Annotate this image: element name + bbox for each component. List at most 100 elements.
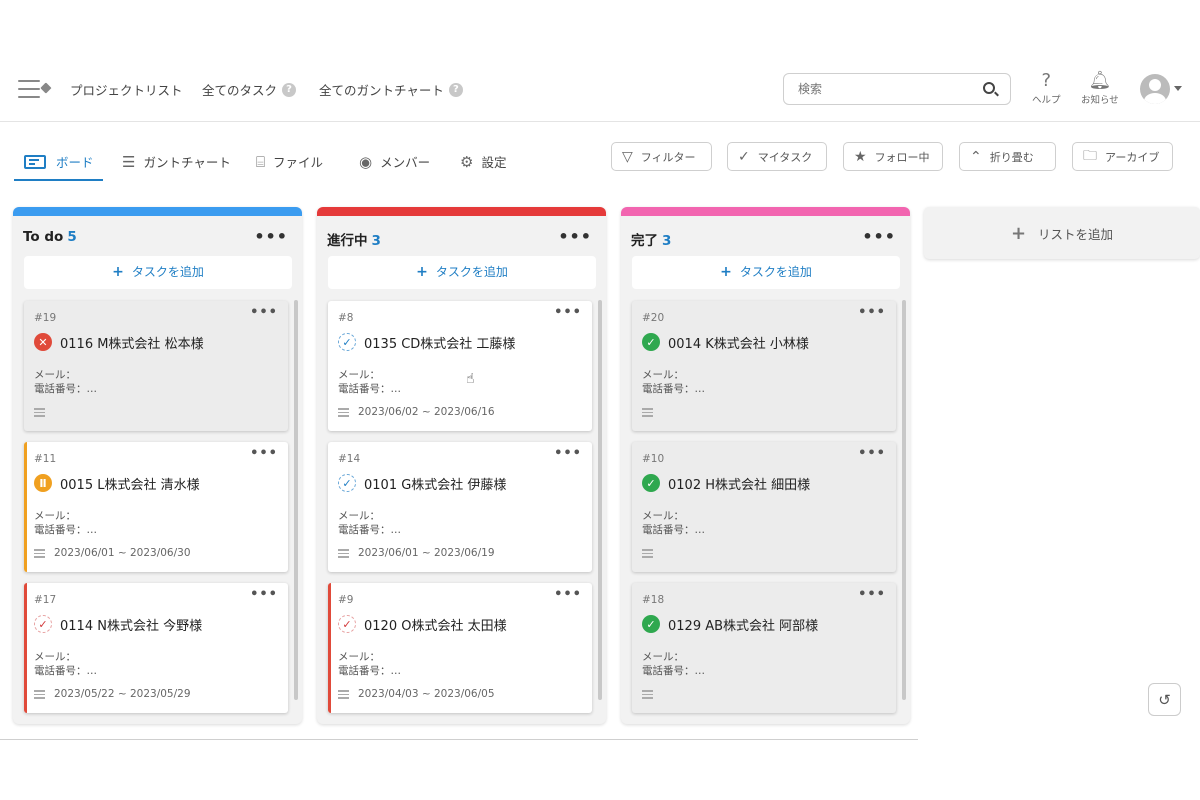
task-phone: 電話番号：… <box>34 665 97 677</box>
help-icon[interactable]: ? <box>448 82 463 97</box>
tab-board[interactable]: ボード <box>24 152 94 171</box>
task-card[interactable]: #17 ••• ✓ 0114 N株式会社 今野様 メール： 電話番号：… 2023/05/2… <box>24 583 288 713</box>
tab-gantt[interactable]: ☰ ガントチャート <box>122 152 231 171</box>
search-icon[interactable] <box>983 82 995 94</box>
task-title: 0101 G株式会社 伊藤様 <box>364 478 507 493</box>
chevron-up-icon: ⌃ <box>970 148 982 165</box>
gear-icon: ⚙ <box>460 152 474 171</box>
status-green-icon[interactable]: ✓ <box>642 333 660 351</box>
tab-label: ボード <box>56 155 94 170</box>
list-icon <box>338 408 349 417</box>
card-menu-icon[interactable]: ••• <box>250 587 278 602</box>
task-date-range: 2023/04/03 ~ 2023/06/05 <box>358 688 495 700</box>
task-card[interactable]: #10 ••• ✓ 0102 H株式会社 細田様 メール： 電話番号：… <box>632 442 896 572</box>
nav-label: プロジェクトリスト <box>70 83 183 98</box>
task-card[interactable]: #20 ••• ✓ 0014 K株式会社 小林様 メール： 電話番号：… <box>632 301 896 431</box>
status-green-icon[interactable]: ✓ <box>642 615 660 633</box>
nav-all-tasks[interactable]: 全てのタスク ? <box>202 80 297 99</box>
board-icon <box>24 154 46 169</box>
add-list-label: リストを追加 <box>1038 226 1114 242</box>
column-menu-icon[interactable]: ••• <box>862 227 896 246</box>
task-number: #9 <box>338 594 354 606</box>
card-menu-icon[interactable]: ••• <box>554 446 582 461</box>
column-scrollbar[interactable] <box>598 300 602 700</box>
task-card[interactable]: #19 ••• ✕ 0116 M株式会社 松本様 メール： 電話番号：… <box>24 301 288 431</box>
column-scrollbar[interactable] <box>294 300 298 700</box>
tab-settings[interactable]: ⚙ 設定 <box>460 152 506 171</box>
status-check-icon[interactable]: ✓ <box>338 333 356 351</box>
menu-toggle-icon[interactable] <box>18 80 52 102</box>
add-task-button[interactable]: + タスクを追加 <box>632 256 900 289</box>
task-email: メール： <box>34 369 76 381</box>
task-card[interactable]: #14 ••• ✓ 0101 G株式会社 伊藤様 メール： 電話番号：… 2023/06/0… <box>328 442 592 572</box>
task-title: 0114 N株式会社 今野様 <box>60 619 203 634</box>
following-button[interactable]: ★ フォロー中 <box>843 142 943 171</box>
status-green-icon[interactable]: ✓ <box>642 474 660 492</box>
add-task-button[interactable]: + タスクを追加 <box>328 256 596 289</box>
status-red-icon[interactable]: ✕ <box>34 333 52 351</box>
task-number: #19 <box>34 312 57 324</box>
status-check-icon[interactable]: ✓ <box>338 474 356 492</box>
list-icon <box>338 690 349 699</box>
tab-members[interactable]: ◉ メンバー <box>359 152 430 171</box>
board-toolbar: ボード ☰ ガントチャート ⌸ ファイル ◉ メンバー ⚙ 設定 ▽ フィルター… <box>0 130 1200 190</box>
notifications-button[interactable]: 🔔︎ お知らせ <box>1081 70 1119 106</box>
caret-down-icon[interactable] <box>1174 86 1182 91</box>
button-label: フォロー中 <box>874 150 930 164</box>
task-card[interactable]: #18 ••• ✓ 0129 AB株式会社 阿部様 メール： 電話番号：… <box>632 583 896 713</box>
tab-label: ガントチャート <box>143 155 231 170</box>
gantt-icon: ☰ <box>122 152 136 171</box>
list-icon <box>34 690 45 699</box>
check-icon: ✓ <box>738 148 750 165</box>
card-menu-icon[interactable]: ••• <box>858 587 886 602</box>
card-menu-icon[interactable]: ••• <box>858 446 886 461</box>
add-list-button[interactable]: + リストを追加 <box>924 207 1200 259</box>
task-number: #14 <box>338 453 361 465</box>
card-priority-stripe <box>328 583 331 713</box>
filter-button[interactable]: ▽ フィルター <box>611 142 712 171</box>
top-header: プロジェクトリスト 全てのタスク ? 全てのガントチャート ? ? ヘルプ 🔔︎… <box>0 58 1200 122</box>
nav-all-gantt[interactable]: 全てのガントチャート ? <box>319 80 463 99</box>
task-title: 0116 M株式会社 松本様 <box>60 337 204 352</box>
my-tasks-button[interactable]: ✓ マイタスク <box>727 142 827 171</box>
column-menu-icon[interactable]: ••• <box>558 227 592 246</box>
search-input[interactable] <box>783 73 1011 105</box>
card-menu-icon[interactable]: ••• <box>554 587 582 602</box>
archive-button[interactable]: 🗀︎ アーカイブ <box>1072 142 1173 171</box>
column-count: 3 <box>371 233 381 249</box>
task-card[interactable]: #9 ••• ✓ 0120 O株式会社 太田様 メール： 電話番号：… 2023/04/03… <box>328 583 592 713</box>
nav-label: 全てのガントチャート <box>319 83 444 98</box>
help-icon[interactable]: ? <box>282 82 297 97</box>
card-menu-icon[interactable]: ••• <box>250 446 278 461</box>
button-label: フィルター <box>640 150 696 164</box>
status-check-red-icon[interactable]: ✓ <box>338 615 356 633</box>
card-menu-icon[interactable]: ••• <box>250 305 278 320</box>
task-email: メール： <box>338 510 380 522</box>
tab-files[interactable]: ⌸ ファイル <box>256 152 323 171</box>
task-card[interactable]: #11 ••• Ⅱ 0015 L株式会社 清水様 メール： 電話番号：… 2023/06/0… <box>24 442 288 572</box>
task-email: メール： <box>34 651 76 663</box>
column-menu-icon[interactable]: ••• <box>254 227 288 246</box>
column-accent-bar <box>621 207 910 216</box>
column-scrollbar[interactable] <box>902 300 906 700</box>
status-orange-icon[interactable]: Ⅱ <box>34 474 52 492</box>
plus-icon: + <box>112 264 124 280</box>
status-check-red-icon[interactable]: ✓ <box>34 615 52 633</box>
help-button[interactable]: ? ヘルプ <box>1032 70 1061 106</box>
add-task-button[interactable]: + タスクを追加 <box>24 256 292 289</box>
filter-icon: ▽ <box>622 148 633 165</box>
list-icon <box>642 690 653 699</box>
avatar[interactable] <box>1140 74 1170 104</box>
task-date-range: 2023/06/01 ~ 2023/06/30 <box>54 547 191 559</box>
question-icon: ? <box>1041 70 1052 91</box>
card-menu-icon[interactable]: ••• <box>554 305 582 320</box>
card-menu-icon[interactable]: ••• <box>858 305 886 320</box>
nav-project-list[interactable]: プロジェクトリスト <box>70 80 183 99</box>
mouse-cursor-icon: ☝ <box>466 371 475 387</box>
collapse-button[interactable]: ⌃ 折り畳む <box>959 142 1056 171</box>
task-card[interactable]: #8 ••• ✓ 0135 CD株式会社 工藤様 メール： 電話番号：… 2023/06/0… <box>328 301 592 431</box>
history-icon[interactable]: ↺ <box>1148 683 1181 716</box>
file-icon: ⌸ <box>256 152 266 171</box>
task-phone: 電話番号：… <box>338 383 401 395</box>
task-email: メール： <box>642 651 684 663</box>
